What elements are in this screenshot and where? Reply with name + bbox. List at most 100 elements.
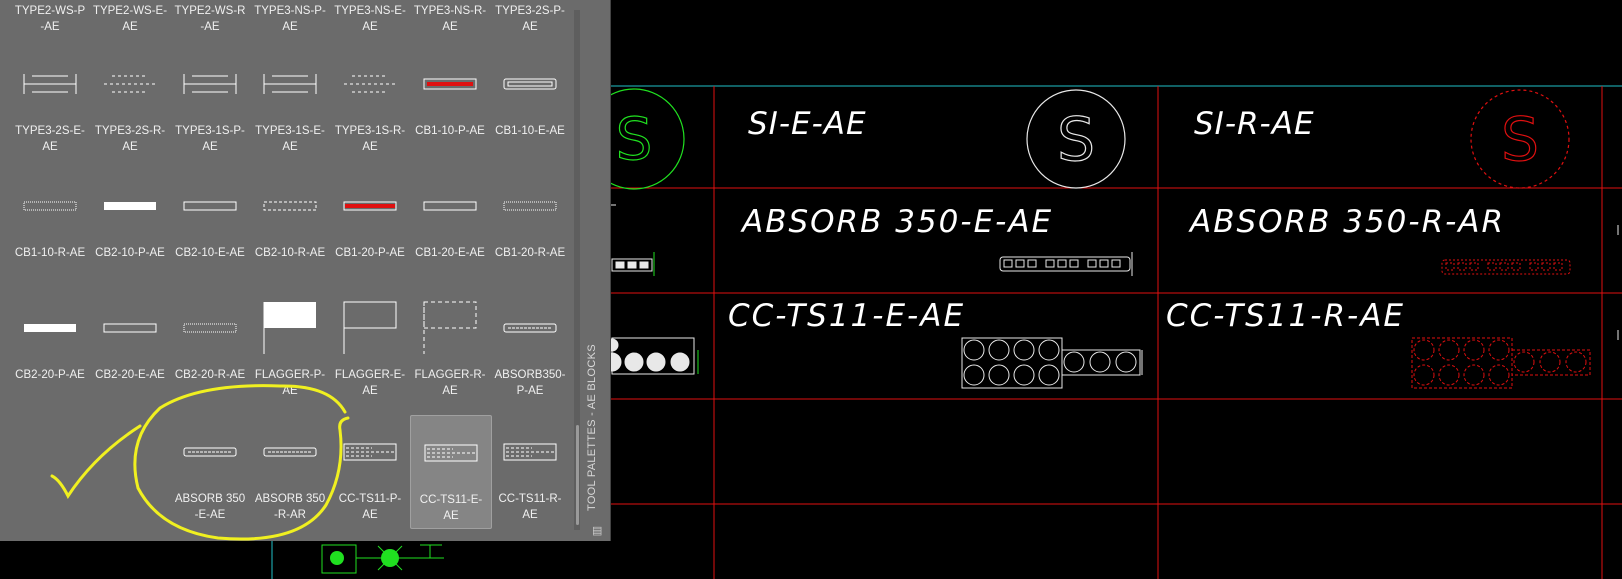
palette-item-label: CB1-10-E-AE <box>495 125 565 137</box>
block-preview-icon <box>183 447 237 457</box>
sign-letter-existing: S <box>1057 105 1095 175</box>
palette-item[interactable]: TYPE3-NS-P- AE <box>250 0 330 36</box>
absorb350-removed-block <box>1441 259 1571 275</box>
palette-item-label: TYPE3-2S-P- AE <box>495 5 565 33</box>
palette-item-label: ABSORB350- P-AE <box>494 369 566 397</box>
palette-item-label: CB2-20-P-AE <box>15 369 85 381</box>
block-preview-icon <box>183 74 237 94</box>
block-preview-icon <box>24 324 76 332</box>
block-preview-icon <box>183 201 237 211</box>
palette-item[interactable]: CB2-20-P-AE <box>10 297 90 403</box>
palette-item-label: CB2-10-P-AE <box>95 247 165 259</box>
absorb350-existing-block <box>999 252 1133 276</box>
palette-item[interactable]: FLAGGER-R- AE <box>410 297 490 403</box>
palette-item[interactable]: CB1-20-R-AE <box>490 175 570 281</box>
palette-item-label: CC-TS11-E- AE <box>419 494 483 522</box>
block-preview-icon <box>263 201 317 211</box>
table-title-cc-ts11-r: CC-TS11-R-AE <box>1166 298 1405 334</box>
sign-letter-removed: S <box>1501 105 1539 175</box>
palette-item[interactable]: CB2-20-E-AE <box>90 297 170 403</box>
palette-item[interactable]: TYPE3-2S-E- AE <box>10 53 90 159</box>
palette-item-label: TYPE3-2S-E- AE <box>15 125 85 153</box>
block-preview-icon <box>343 201 397 211</box>
block-preview-icon <box>23 201 77 211</box>
palette-scroll-thumb[interactable] <box>576 425 579 525</box>
palette-item[interactable]: CB1-10-E-AE <box>490 53 570 159</box>
palette-item[interactable]: TYPE2-WS-R -AE <box>170 0 250 36</box>
palette-item[interactable]: TYPE3-2S-P- AE <box>490 0 570 36</box>
palette-item-label: FLAGGER-P- AE <box>254 369 326 397</box>
block-preview-icon <box>104 202 156 210</box>
palette-item[interactable]: CC-TS11-E- AE <box>410 415 492 529</box>
traffic-signal-symbols <box>321 544 444 574</box>
palette-item-label: ABSORB 350 -R-AR <box>254 493 326 521</box>
palette-item[interactable]: TYPE3-1S-P- AE <box>170 53 250 159</box>
table-title-si-r-ae: SI-R-AE <box>1194 106 1315 142</box>
palette-item-label: TYPE3-NS-R- AE <box>413 5 487 33</box>
palette-item[interactable]: FLAGGER-E- AE <box>330 297 410 403</box>
palette-item-label: CB2-20-E-AE <box>95 369 165 381</box>
palette-item[interactable]: CB2-10-P-AE <box>90 175 170 281</box>
block-preview-icon <box>263 74 317 94</box>
absorb350-proposed-partial <box>611 252 655 276</box>
palette-item[interactable]: CB2-20-R-AE <box>170 297 250 403</box>
palette-item[interactable]: TYPE3-1S-R- AE <box>330 53 410 159</box>
palette-item-label: TYPE2-WS-P -AE <box>14 5 86 33</box>
palette-item[interactable]: TYPE3-1S-E- AE <box>250 53 330 159</box>
cc-ts11-removed-block <box>1411 337 1591 389</box>
palette-item[interactable]: ABSORB 350 -E-AE <box>170 421 250 527</box>
palette-item-label: FLAGGER-R- AE <box>414 369 486 397</box>
palette-item-label: CC-TS11-P- AE <box>338 493 402 521</box>
palette-item[interactable]: CB1-10-P-AE <box>410 53 490 159</box>
palette-item[interactable]: CC-TS11-P- AE <box>330 421 410 527</box>
table-title-cc-ts11-e: CC-TS11-E-AE <box>728 298 966 334</box>
palette-item-label: TYPE3-1S-P- AE <box>175 125 245 153</box>
block-preview-icon <box>423 201 477 211</box>
palette-item-label: CB1-20-R-AE <box>494 247 566 259</box>
palette-item-label: CB1-10-R-AE <box>14 247 86 259</box>
palette-item[interactable]: FLAGGER-P- AE <box>250 297 330 403</box>
palette-item[interactable]: CB1-10-R-AE <box>10 175 90 281</box>
palette-item-label: TYPE3-NS-P- AE <box>254 5 326 33</box>
palette-item[interactable]: TYPE2-WS-E- AE <box>90 0 170 36</box>
palette-item-label: CB1-10-P-AE <box>415 125 485 137</box>
palette-item-label: TYPE3-2S-R- AE <box>94 125 166 153</box>
cc-ts11-existing-block <box>961 337 1143 389</box>
block-preview-icon <box>263 447 317 457</box>
palette-item[interactable]: CB1-20-P-AE <box>330 175 410 281</box>
block-preview-icon <box>104 75 156 93</box>
palette-item[interactable]: TYPE3-NS-E- AE <box>330 0 410 36</box>
palette-item-label: CB1-20-P-AE <box>335 247 405 259</box>
block-preview-icon <box>503 443 557 461</box>
palette-properties-icon[interactable]: ▤ <box>592 524 602 537</box>
palette-item[interactable]: CB2-10-R-AE <box>250 175 330 281</box>
palette-item-label: CB2-20-R-AE <box>174 369 246 381</box>
palette-item-label: CC-TS11-R- AE <box>498 493 562 521</box>
palette-item-label: TYPE2-WS-E- AE <box>92 5 168 33</box>
block-preview-icon <box>343 301 397 354</box>
palette-item[interactable]: ABSORB350- P-AE <box>490 297 570 403</box>
palette-item-label: TYPE2-WS-R -AE <box>174 5 246 33</box>
palette-title[interactable]: TOOL PALETTES - AE BLOCKS <box>586 344 598 511</box>
block-preview-icon <box>103 323 157 333</box>
table-title-absorb-e: ABSORB 350-E-AE <box>742 204 1054 240</box>
palette-item[interactable]: TYPE3-2S-R- AE <box>90 53 170 159</box>
block-preview-icon <box>344 75 396 93</box>
palette-item-label: CB2-10-R-AE <box>254 247 326 259</box>
table-title-absorb-r: ABSORB 350-R-AR <box>1190 204 1506 240</box>
palette-item[interactable]: CB2-10-E-AE <box>170 175 250 281</box>
palette-item[interactable]: TYPE3-NS-R- AE <box>410 0 490 36</box>
block-preview-icon <box>423 301 477 354</box>
palette-item-label: TYPE3-1S-R- AE <box>334 125 406 153</box>
block-preview-icon <box>424 444 478 462</box>
palette-item[interactable]: TYPE2-WS-P -AE <box>10 0 90 36</box>
palette-item[interactable]: ABSORB 350 -R-AR <box>250 421 330 527</box>
block-preview-icon <box>343 443 397 461</box>
palette-item-label: CB2-10-E-AE <box>175 247 245 259</box>
block-preview-icon <box>263 302 316 354</box>
palette-item[interactable]: CB1-20-E-AE <box>410 175 490 281</box>
palette-item-label: TYPE3-NS-E- AE <box>334 5 406 33</box>
palette-item[interactable]: CC-TS11-R- AE <box>490 421 570 527</box>
tool-palette[interactable]: TYPE2-WS-P -AE TYPE2-WS-E- AE TYPE2-WS-R -… <box>0 0 611 541</box>
block-preview-icon <box>183 323 237 333</box>
